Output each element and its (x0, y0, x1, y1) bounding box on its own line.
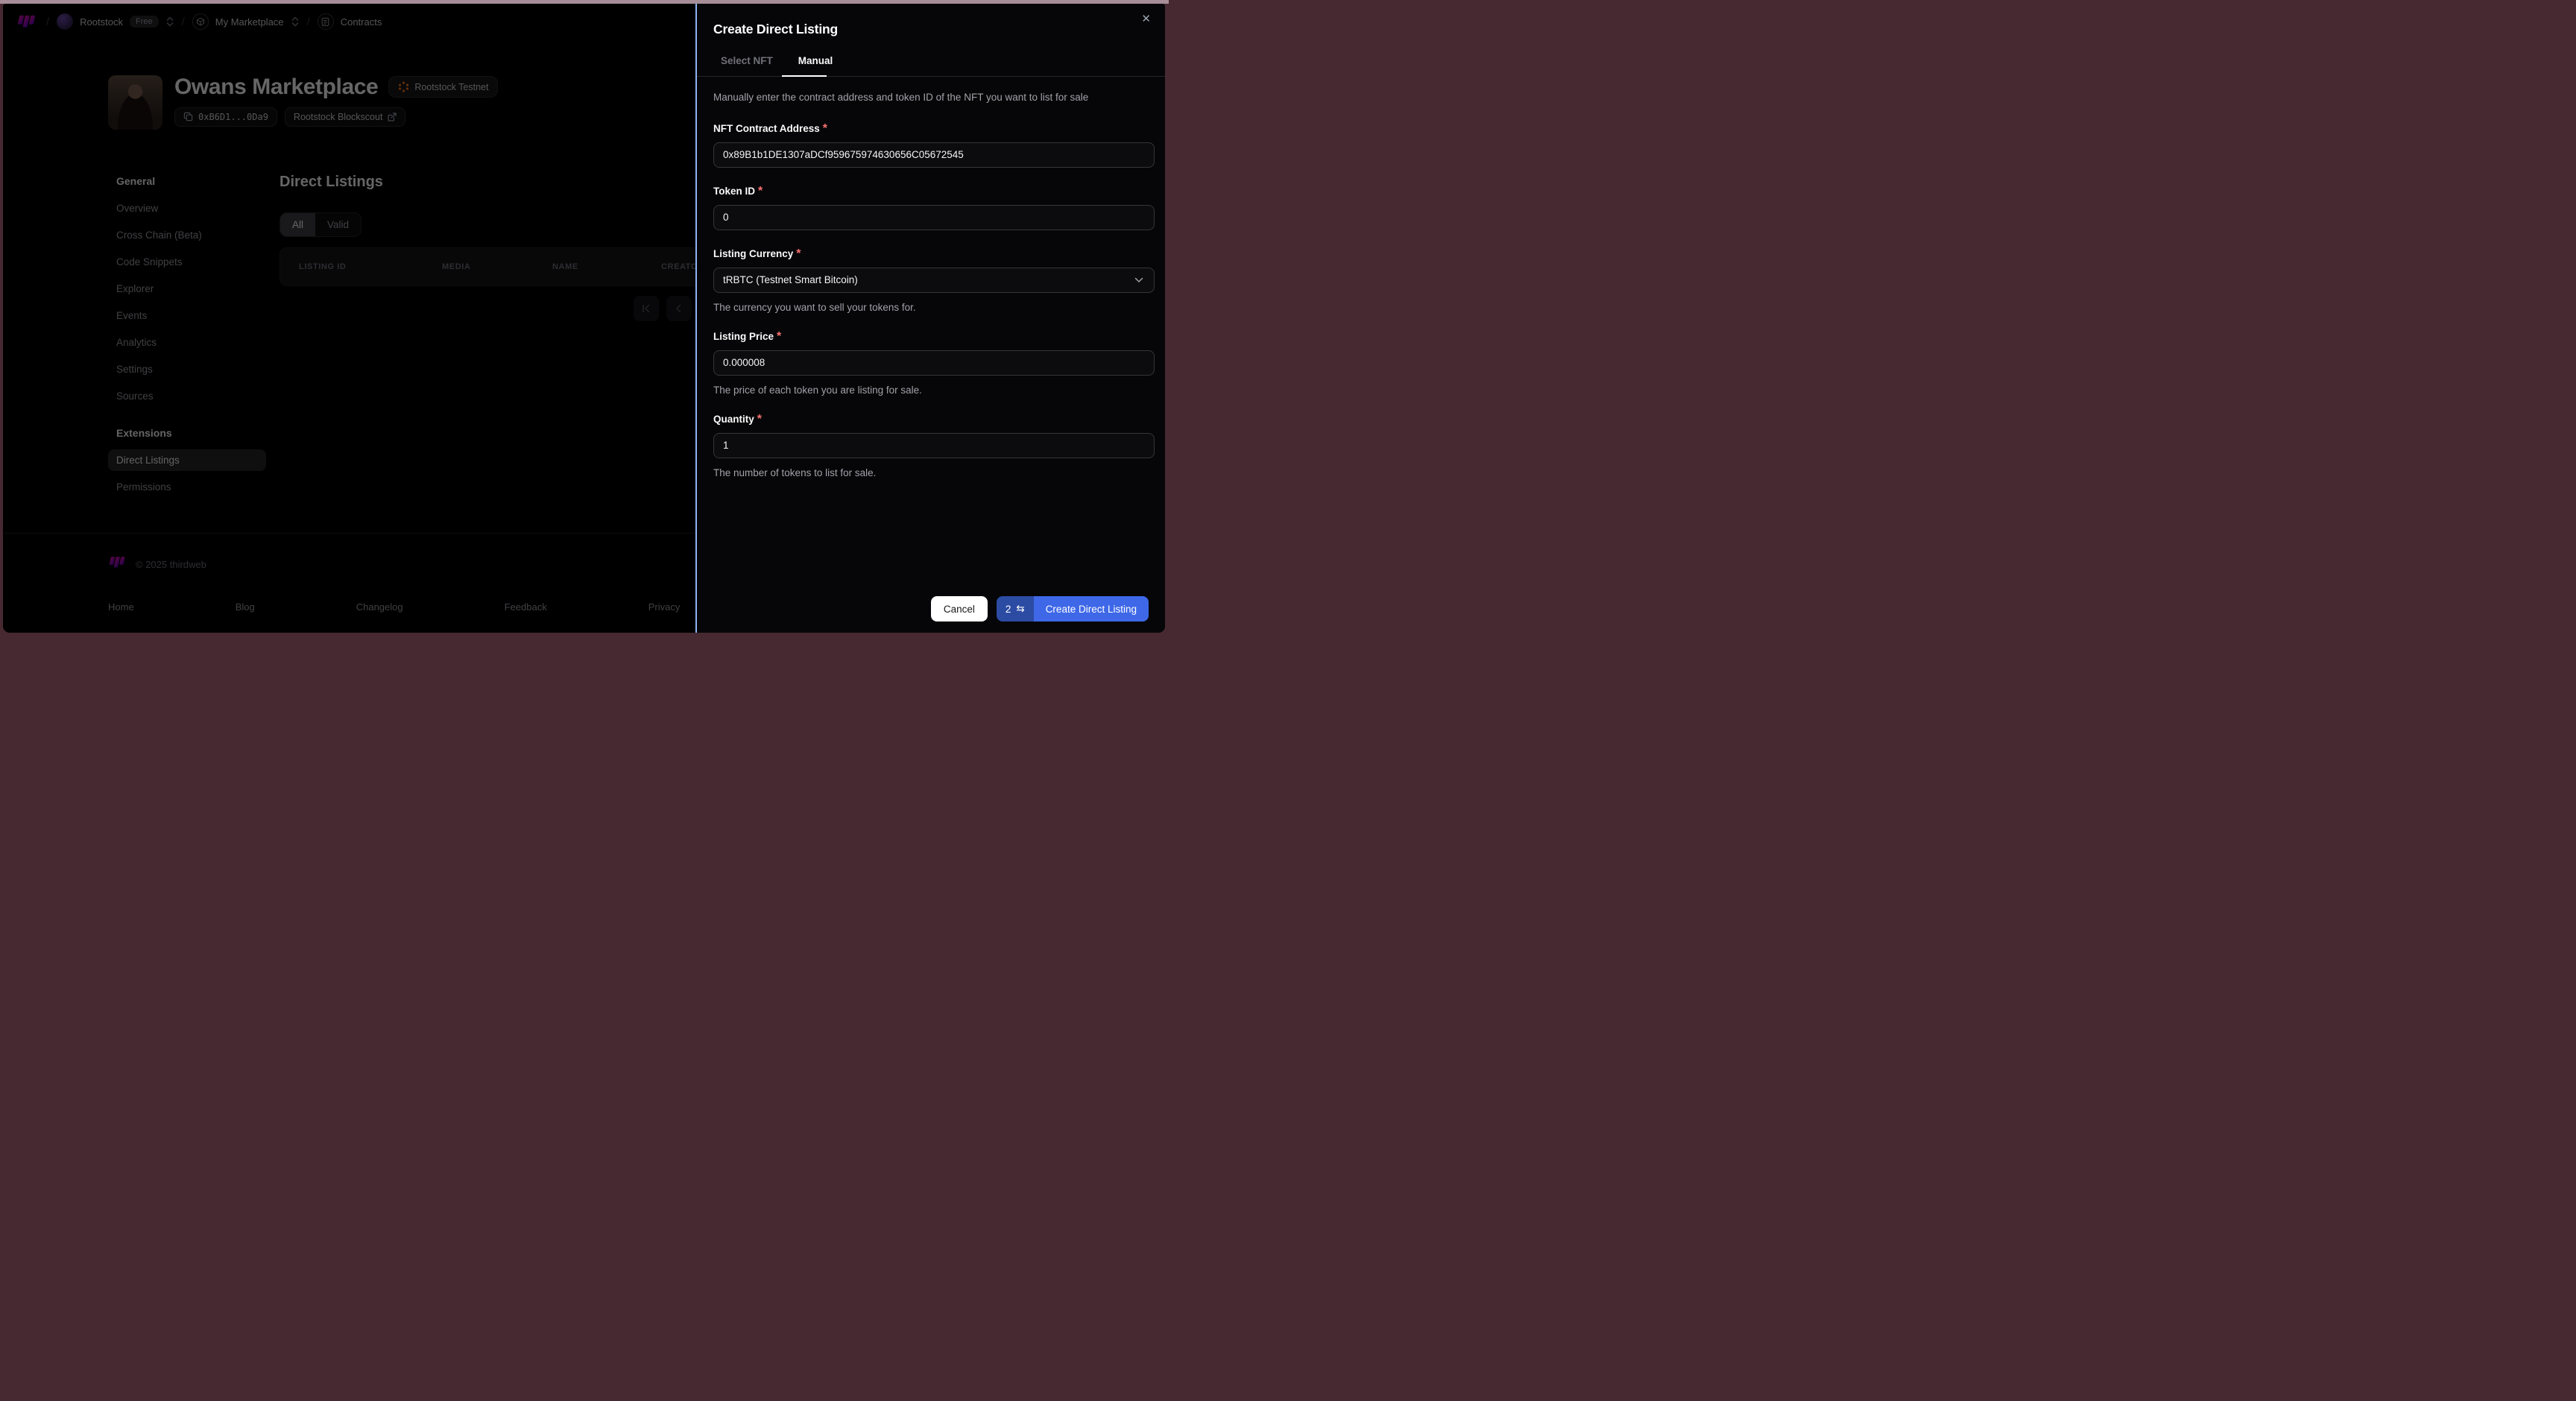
field-helper: The price of each token you are listing … (713, 384, 922, 396)
drawer-footer: Cancel 2 ⇆ Create Direct Listing (697, 585, 1165, 633)
desktop-background: { "colors": { "accent_blue": "#3e68e8", … (0, 0, 1169, 636)
tab-manual[interactable]: Manual (791, 55, 841, 76)
submit-button-group: 2 ⇆ Create Direct Listing (996, 596, 1149, 622)
field-listing-currency: Listing Currency * tRBTC (Testnet Smart B… (713, 247, 1155, 313)
drawer-content: ✕ Create Direct Listing Select NFT Manua… (697, 4, 1165, 585)
field-token-id: Token ID * (713, 185, 1155, 230)
field-label: Token ID (713, 185, 756, 197)
field-helper: The currency you want to sell your token… (713, 301, 916, 313)
field-label: Quantity (713, 413, 754, 425)
required-asterisk: * (822, 121, 827, 135)
active-tab-indicator (782, 75, 827, 77)
required-asterisk: * (796, 247, 801, 260)
tab-select-nft[interactable]: Select NFT (713, 55, 780, 76)
nft-contract-address-input[interactable] (713, 142, 1155, 168)
listing-price-input[interactable] (713, 350, 1155, 376)
listing-currency-select[interactable]: tRBTC (Testnet Smart Bitcoin) (713, 267, 1155, 293)
field-label: NFT Contract Address (713, 122, 820, 134)
cancel-button[interactable]: Cancel (930, 596, 988, 622)
required-asterisk: * (757, 412, 762, 426)
quantity-input[interactable] (713, 432, 1155, 458)
app-window: / Rootstock Free / My Marketplace (3, 4, 1165, 633)
swap-icon: ⇆ (1016, 603, 1025, 614)
field-label: Listing Currency (713, 247, 794, 259)
tab-underline (697, 75, 1165, 77)
field-helper: The number of tokens to list for sale. (713, 467, 877, 478)
close-button[interactable]: ✕ (1140, 12, 1152, 26)
create-direct-listing-button[interactable]: Create Direct Listing (1033, 596, 1149, 622)
tx-count-badge: 2 ⇆ (996, 596, 1034, 622)
drawer-description: Manually enter the contract address and … (713, 92, 1089, 103)
chevron-down-icon (1134, 277, 1143, 282)
drawer-tabs: Select NFT Manual (713, 55, 1155, 76)
selected-currency: tRBTC (Testnet Smart Bitcoin) (723, 274, 858, 286)
field-label: Listing Price (713, 330, 774, 342)
required-asterisk: * (777, 329, 782, 343)
field-quantity: Quantity* The number of tokens to list f… (713, 413, 1155, 478)
drawer-title: Create Direct Listing (713, 22, 838, 37)
required-asterisk: * (758, 184, 763, 197)
tx-count: 2 (1005, 603, 1011, 615)
field-listing-price: Listing Price* The price of each token y… (713, 330, 1155, 396)
close-icon: ✕ (1141, 13, 1151, 25)
field-nft-contract-address: NFT Contract Address * (713, 122, 1155, 168)
token-id-input[interactable] (713, 204, 1155, 230)
create-direct-listing-drawer: ✕ Create Direct Listing Select NFT Manua… (695, 4, 1165, 633)
